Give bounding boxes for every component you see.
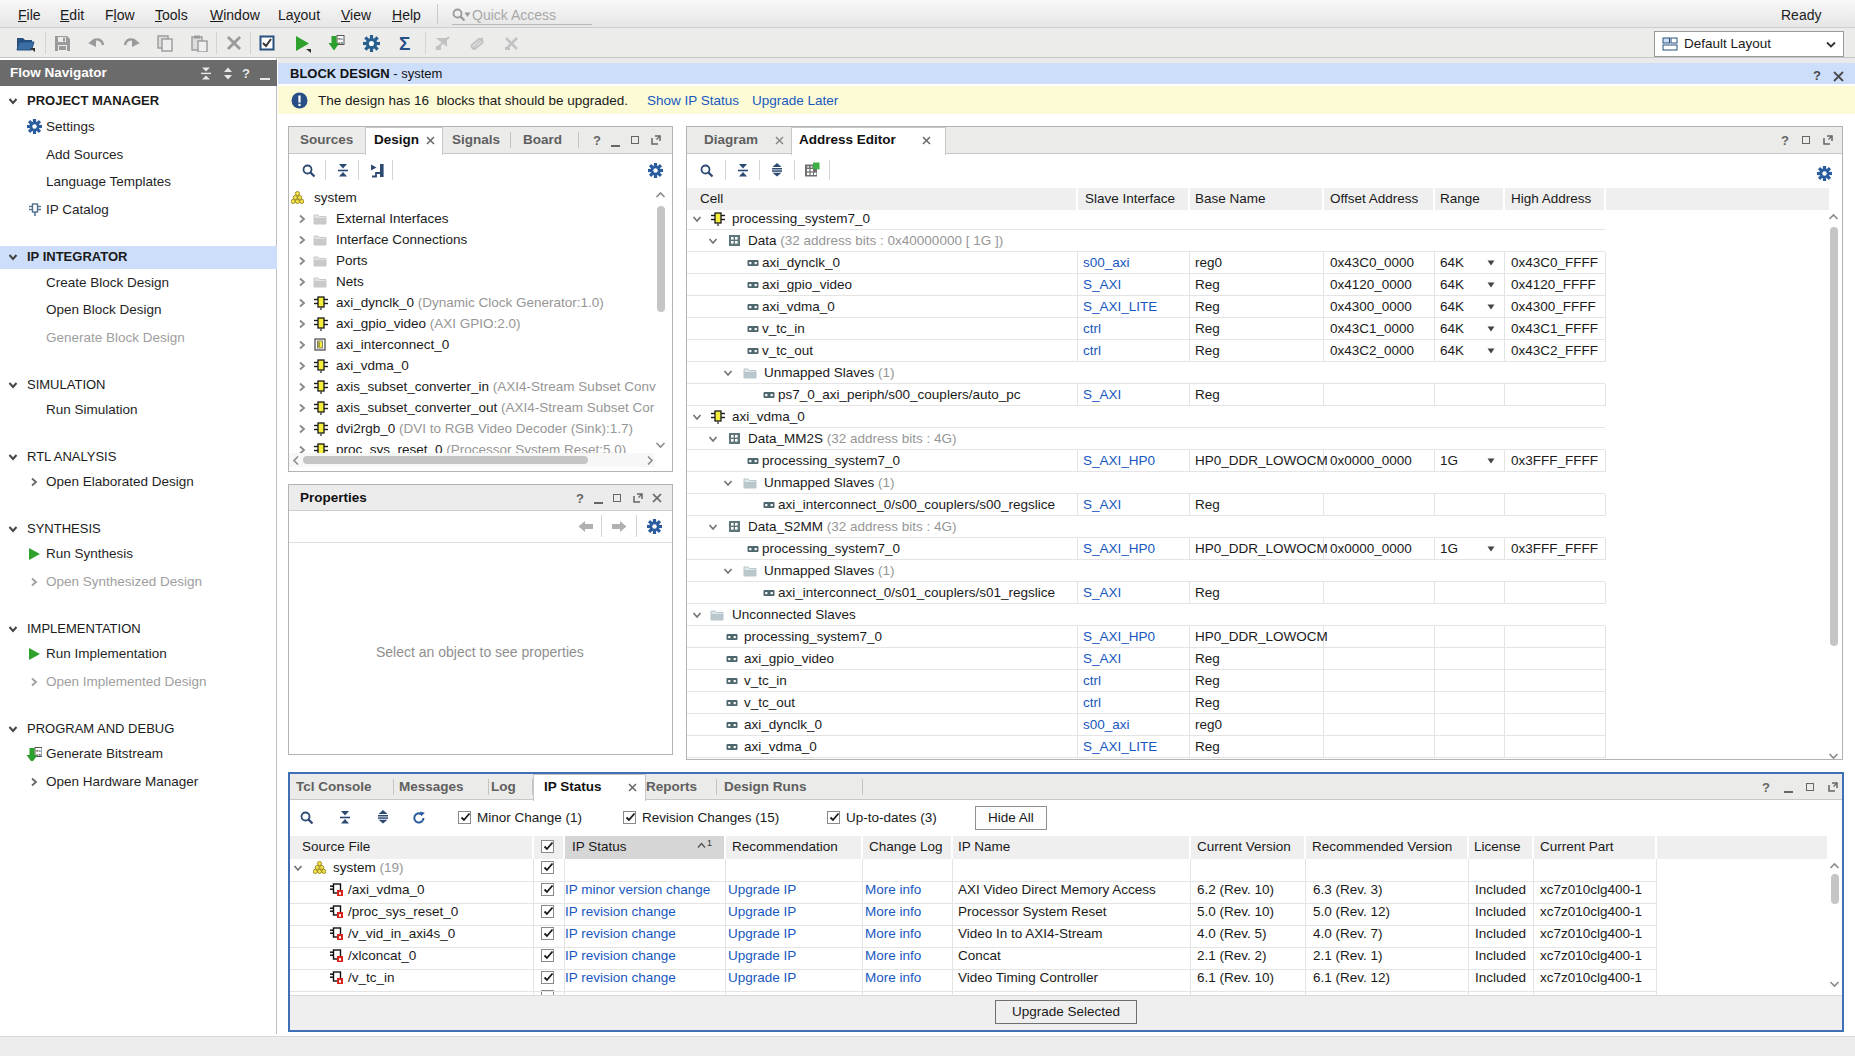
svg-text:10: 10 — [338, 41, 344, 45]
svg-text:10: 10 — [36, 753, 42, 757]
